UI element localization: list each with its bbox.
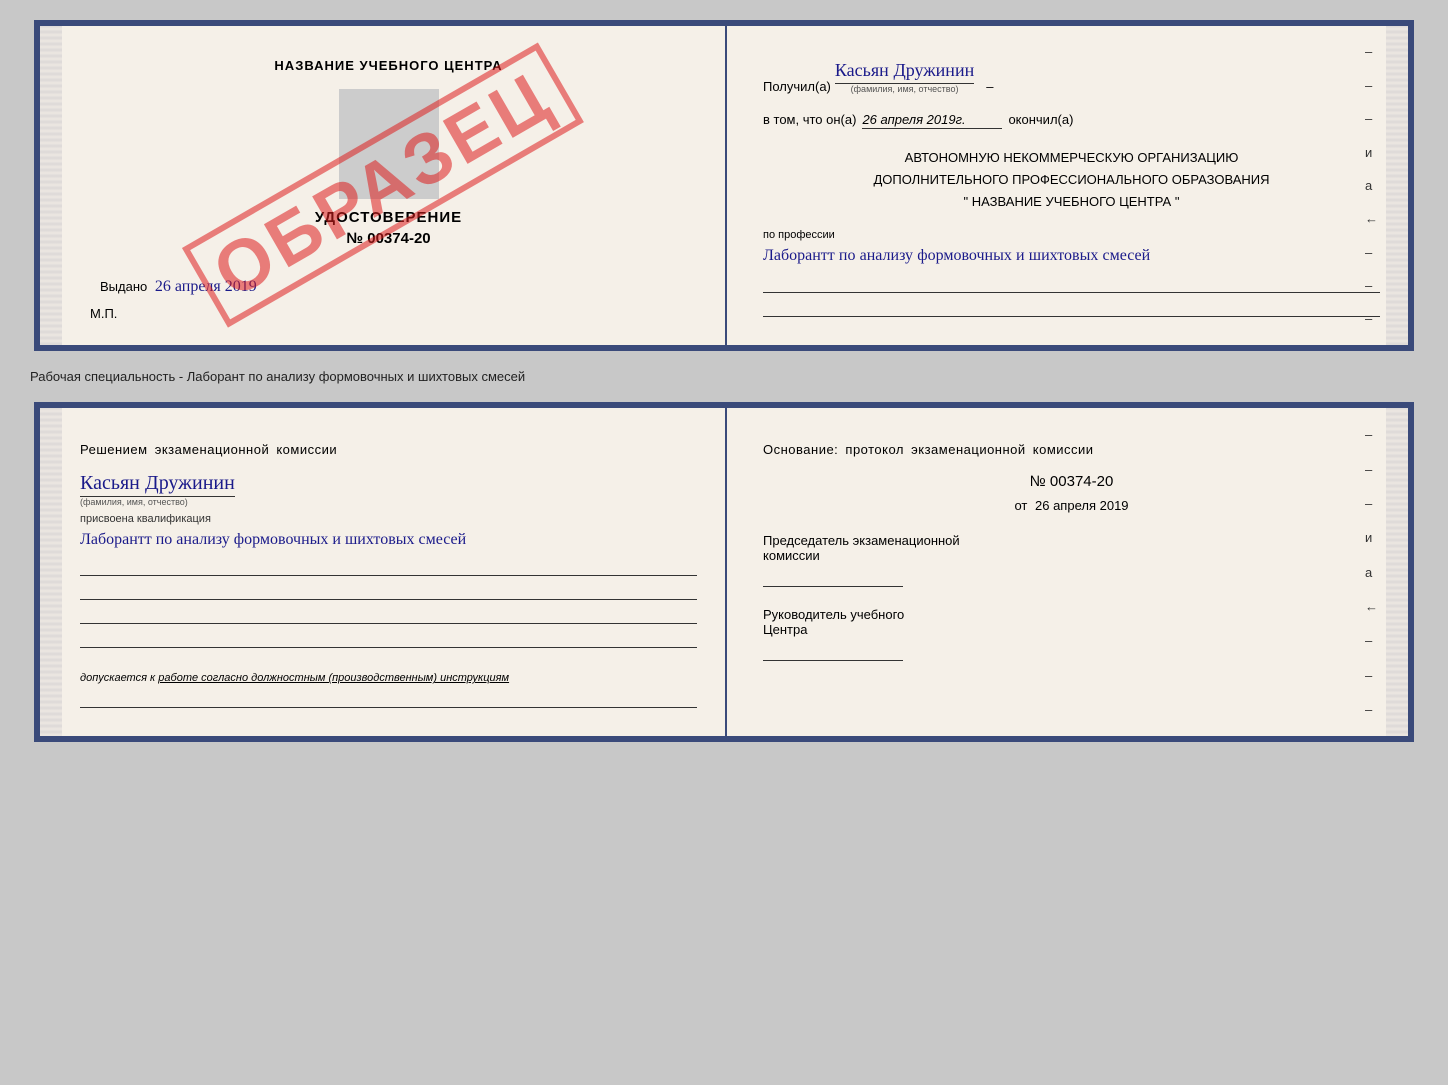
in-that-date: 26 апреля 2019г. (862, 112, 1002, 129)
lower-person-name: Касьян Дружинин (80, 471, 235, 497)
decision-line: Решением экзаменационной комиссии (80, 442, 697, 457)
allowed-text: работе согласно должностным (производств… (158, 672, 509, 684)
director-sign-line (763, 645, 903, 661)
name-handwritten-block: Касьян Дружинин (фамилия, имя, отчество) (80, 471, 697, 507)
allowed-line: допускается к работе согласно должностны… (80, 672, 697, 684)
received-prefix: Получил(а) (763, 79, 831, 94)
lower-right-panel: Основание: протокол экзаменационной коми… (727, 408, 1408, 737)
underline2 (763, 297, 1380, 317)
received-subtext: (фамилия, имя, отчество) (851, 84, 959, 94)
lower-underline2 (80, 580, 697, 600)
date-value: 26 апреля 2019 (1035, 498, 1129, 513)
upper-certificate-card: НАЗВАНИЕ УЧЕБНОГО ЦЕНТРА УДОСТОВЕРЕНИЕ №… (34, 20, 1414, 351)
lower-underline3 (80, 604, 697, 624)
qualification-label: присвоена квалификация (80, 513, 697, 525)
lower-name-subtext: (фамилия, имя, отчество) (80, 497, 188, 507)
mp-label: М.П. (80, 306, 117, 321)
upper-left-panel: НАЗВАНИЕ УЧЕБНОГО ЦЕНТРА УДОСТОВЕРЕНИЕ №… (40, 26, 727, 345)
photo-placeholder (339, 89, 439, 199)
dash-separator: – (986, 79, 993, 94)
in-that-line: в том, что он(а) 26 апреля 2019г. окончи… (763, 112, 1380, 129)
received-name: Касьян Дружинин (835, 60, 974, 84)
director-line1: Руководитель учебного (763, 607, 1380, 622)
profession-text: Лаборантт по анализу формовочных и шихто… (763, 243, 1380, 269)
profession-block: по профессии Лаборантт по анализу формов… (763, 229, 1380, 317)
protocol-date: от 26 апреля 2019 (763, 498, 1380, 513)
cert-label: УДОСТОВЕРЕНИЕ (315, 209, 462, 226)
cert-number: № 00374-20 (346, 230, 430, 247)
in-that-prefix: в том, что он(а) (763, 112, 856, 127)
org-line2: ДОПОЛНИТЕЛЬНОГО ПРОФЕССИОНАЛЬНОГО ОБРАЗО… (763, 169, 1380, 191)
chairman-block: Председатель экзаменационной комиссии (763, 533, 1380, 587)
chairman-line2: комиссии (763, 548, 1380, 563)
basis-line: Основание: протокол экзаменационной коми… (763, 442, 1380, 457)
upper-right-panel: Получил(а) Касьян Дружинин (фамилия, имя… (727, 26, 1408, 345)
chairman-sign-line (763, 571, 903, 587)
issued-date: 26 апреля 2019 (155, 278, 257, 295)
lower-underline4 (80, 628, 697, 648)
middle-text: Рабочая специальность - Лаборант по анал… (20, 369, 525, 384)
received-line: Получил(а) Касьян Дружинин (фамилия, имя… (763, 60, 1380, 94)
org-line1: АВТОНОМНУЮ НЕКОММЕРЧЕСКУЮ ОРГАНИЗАЦИЮ (763, 147, 1380, 169)
chairman-line1: Председатель экзаменационной (763, 533, 1380, 548)
director-block: Руководитель учебного Центра (763, 607, 1380, 661)
org-name: " НАЗВАНИЕ УЧЕБНОГО ЦЕНТРА " (763, 191, 1380, 213)
qualification-text: Лаборантт по анализу формовочных и шихто… (80, 527, 697, 553)
director-line2: Центра (763, 622, 1380, 637)
issued-line: Выдано 26 апреля 2019 (80, 278, 257, 296)
finished-label: окончил(а) (1008, 112, 1073, 127)
lower-certificate-card: Решением экзаменационной комиссии Касьян… (34, 402, 1414, 743)
right-dashes: – – – и а ← – – – (1365, 26, 1378, 345)
allowed-prefix: допускается к (80, 672, 155, 684)
org-block: АВТОНОМНУЮ НЕКОММЕРЧЕСКУЮ ОРГАНИЗАЦИЮ ДО… (763, 147, 1380, 213)
lower-underline1 (80, 556, 697, 576)
lower-left-panel: Решением экзаменационной комиссии Касьян… (40, 408, 727, 737)
protocol-number: № 00374-20 (763, 473, 1380, 490)
lower-right-dashes: – – – и а ← – – – (1365, 408, 1378, 737)
profession-label: по профессии (763, 229, 1380, 241)
upper-center-name: НАЗВАНИЕ УЧЕБНОГО ЦЕНТРА (274, 58, 502, 73)
underline1 (763, 273, 1380, 293)
issued-prefix: Выдано (100, 279, 147, 294)
lower-underline5 (80, 688, 697, 708)
date-prefix: от (1014, 498, 1027, 513)
